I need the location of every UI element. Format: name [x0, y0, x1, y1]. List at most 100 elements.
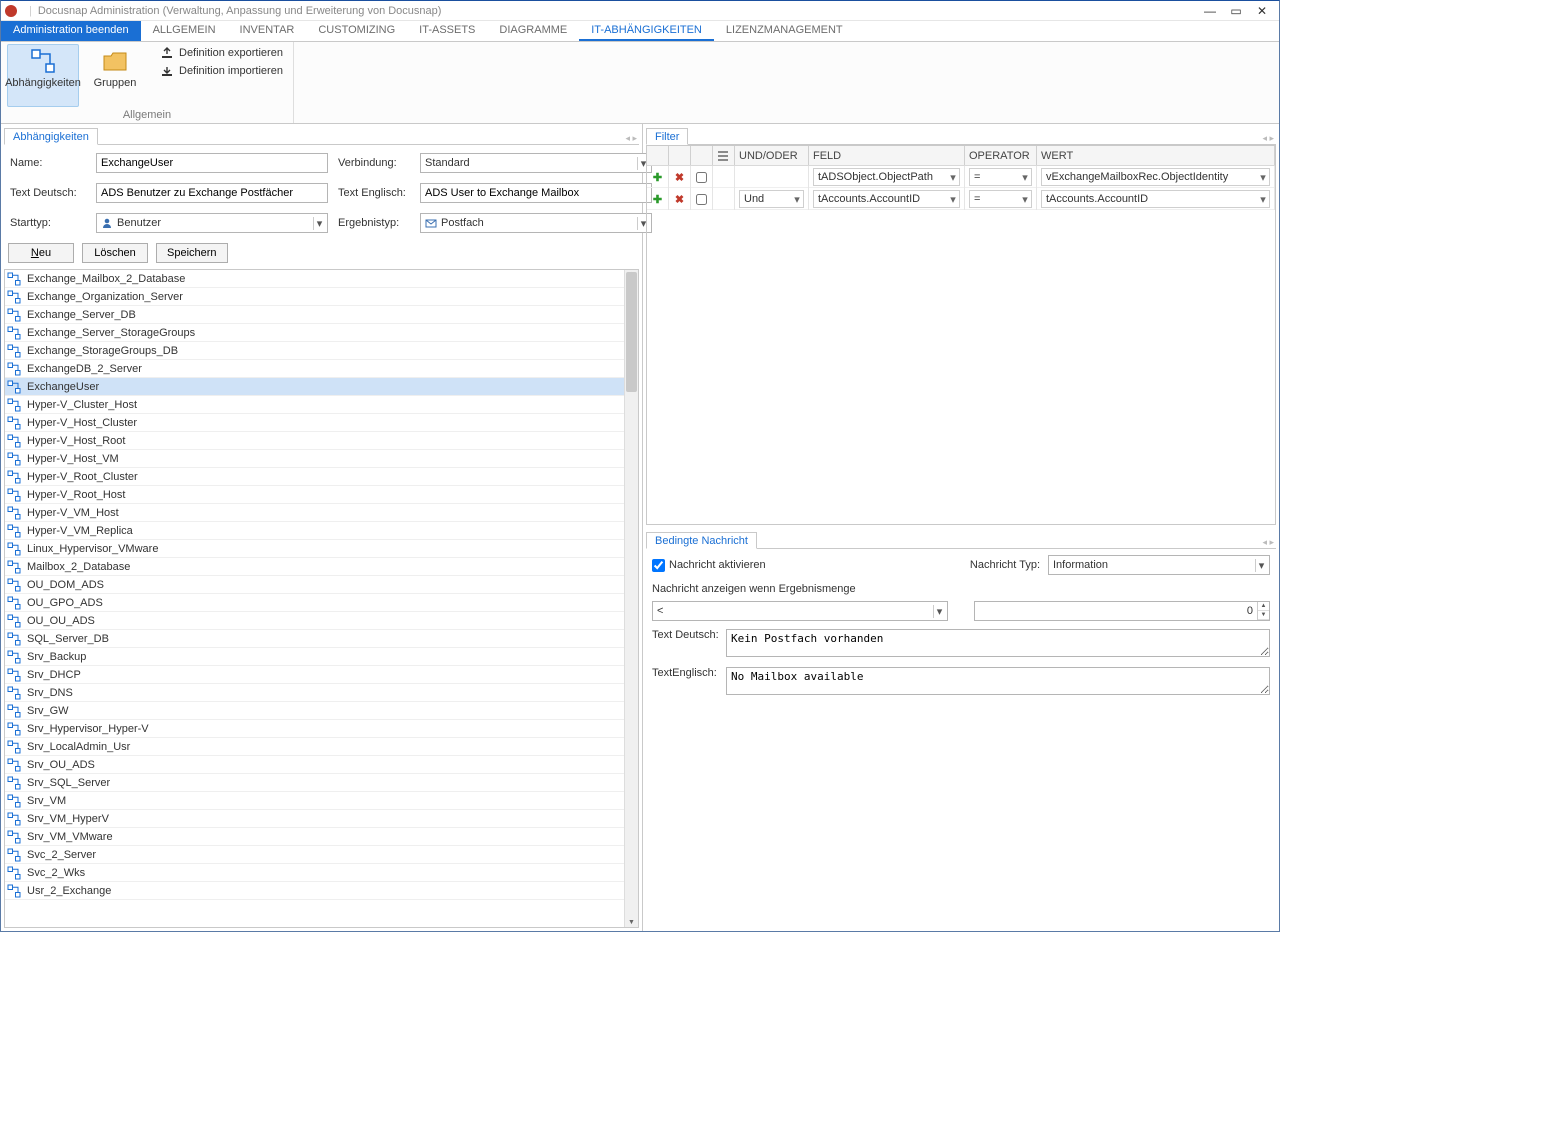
menu-tab-allgemein[interactable]: ALLGEMEIN — [141, 21, 228, 41]
list-item[interactable]: OU_DOM_ADS — [5, 576, 624, 594]
list-item[interactable]: Srv_DHCP — [5, 666, 624, 684]
menu-tab-it-assets[interactable]: IT-ASSETS — [407, 21, 487, 41]
list-item[interactable]: Srv_Backup — [5, 648, 624, 666]
list-item[interactable]: Exchange_Server_DB — [5, 306, 624, 324]
menu-tab-customizing[interactable]: CUSTOMIZING — [306, 21, 407, 41]
filter-undoder-cell[interactable] — [735, 166, 809, 188]
list-item[interactable]: Exchange_Mailbox_2_Database — [5, 270, 624, 288]
ribbon-button-gruppen[interactable]: Gruppen — [79, 44, 151, 107]
list-item[interactable]: Hyper-V_Root_Cluster — [5, 468, 624, 486]
menu-tab-diagramme[interactable]: DIAGRAMME — [487, 21, 579, 41]
list-item[interactable]: Mailbox_2_Database — [5, 558, 624, 576]
list-item[interactable]: Exchange_StorageGroups_DB — [5, 342, 624, 360]
list-item[interactable]: Hyper-V_VM_Host — [5, 504, 624, 522]
list-item[interactable]: Hyper-V_Root_Host — [5, 486, 624, 504]
input-text-en[interactable] — [420, 183, 652, 203]
label-text-de: Text Deutsch: — [10, 187, 86, 199]
tab-abhaengigkeiten[interactable]: Abhängigkeiten — [4, 128, 98, 145]
list-item[interactable]: Srv_OU_ADS — [5, 756, 624, 774]
textarea-cond-text-de[interactable] — [726, 629, 1270, 657]
list-item-label: OU_DOM_ADS — [27, 579, 104, 591]
tabstrip-arrows-filter[interactable]: ◂ ▸ — [1262, 133, 1276, 144]
list-item-label: Srv_SQL_Server — [27, 777, 110, 789]
list-item[interactable]: Srv_SQL_Server — [5, 774, 624, 792]
dependency-icon — [7, 290, 21, 304]
filter-group-checkbox[interactable] — [691, 166, 713, 188]
list-item[interactable]: Srv_LocalAdmin_Usr — [5, 738, 624, 756]
list-item[interactable]: Svc_2_Server — [5, 846, 624, 864]
ribbon-button-abhaengigkeiten[interactable]: Abhängigkeiten — [7, 44, 79, 107]
input-text-de[interactable] — [96, 183, 328, 203]
filter-delete-button[interactable]: ✖ — [669, 188, 691, 210]
filter-spacer — [713, 166, 735, 188]
list-item[interactable]: Hyper-V_Host_Cluster — [5, 414, 624, 432]
filter-feld-cell[interactable]: tADSObject.ObjectPath▾ — [809, 166, 965, 188]
maximize-button[interactable]: ▭ — [1227, 4, 1245, 18]
spinner-threshold[interactable]: 0 ▲▼ — [974, 601, 1270, 621]
dependency-icon — [7, 434, 21, 448]
tab-bedingte-nachricht[interactable]: Bedingte Nachricht — [646, 532, 757, 549]
list-item[interactable]: Srv_Hypervisor_Hyper-V — [5, 720, 624, 738]
filter-feld-cell[interactable]: tAccounts.AccountID▾ — [809, 188, 965, 210]
filter-add-button[interactable]: ✚ — [647, 166, 669, 188]
tabstrip-arrows-left[interactable]: ◂ ▸ — [625, 133, 639, 144]
close-button[interactable]: ✕ — [1253, 4, 1271, 18]
select-nachricht-typ[interactable]: Information ▾ — [1048, 555, 1270, 575]
button-neu[interactable]: Neu — [8, 243, 74, 263]
select-starttyp[interactable]: Benutzer ▾ — [96, 213, 328, 233]
button-loeschen[interactable]: Löschen — [82, 243, 148, 263]
list-item-label: Svc_2_Server — [27, 849, 96, 861]
list-item[interactable]: Srv_VM_HyperV — [5, 810, 624, 828]
tabstrip-arrows-cond[interactable]: ◂ ▸ — [1262, 537, 1276, 548]
filter-wert-cell[interactable]: tAccounts.AccountID▾ — [1037, 188, 1275, 210]
tab-admin-exit[interactable]: Administration beenden — [1, 21, 141, 41]
filter-operator-cell[interactable]: =▾ — [965, 188, 1037, 210]
list-item[interactable]: ExchangeUser — [5, 378, 624, 396]
scrollbar[interactable]: ▲ ▼ — [624, 270, 638, 927]
button-definition-export[interactable]: Definition exportieren — [157, 46, 287, 60]
spinner-down[interactable]: ▼ — [1258, 611, 1269, 620]
scrollbar-thumb[interactable] — [626, 272, 637, 392]
menu-tab-it-abhängigkeiten[interactable]: IT-ABHÄNGIGKEITEN — [579, 21, 714, 41]
list-item[interactable]: Linux_Hypervisor_VMware — [5, 540, 624, 558]
list-item[interactable]: OU_OU_ADS — [5, 612, 624, 630]
list-item[interactable]: Srv_VM — [5, 792, 624, 810]
filter-group-checkbox[interactable] — [691, 188, 713, 210]
checkbox-activate-message[interactable]: Nachricht aktivieren — [652, 559, 766, 572]
list-item[interactable]: Usr_2_Exchange — [5, 882, 624, 900]
list-item[interactable]: Srv_DNS — [5, 684, 624, 702]
list-item[interactable]: Hyper-V_Host_Root — [5, 432, 624, 450]
list-item[interactable]: Srv_VM_VMware — [5, 828, 624, 846]
filter-undoder-cell[interactable]: Und▾ — [735, 188, 809, 210]
button-definition-import[interactable]: Definition importieren — [157, 64, 287, 78]
select-ergebnistyp[interactable]: Postfach ▾ — [420, 213, 652, 233]
list-item[interactable]: Hyper-V_Host_VM — [5, 450, 624, 468]
list-item[interactable]: ExchangeDB_2_Server — [5, 360, 624, 378]
list-item[interactable]: Exchange_Organization_Server — [5, 288, 624, 306]
filter-operator-cell[interactable]: =▾ — [965, 166, 1037, 188]
list-item[interactable]: Srv_GW — [5, 702, 624, 720]
select-comparator[interactable]: < ▾ — [652, 601, 948, 621]
input-name[interactable] — [96, 153, 328, 173]
export-label: Definition exportieren — [179, 47, 283, 59]
spinner-up[interactable]: ▲ — [1258, 602, 1269, 611]
menu-tab-lizenzmanagement[interactable]: LIZENZMANAGEMENT — [714, 21, 855, 41]
filter-delete-button[interactable]: ✖ — [669, 166, 691, 188]
user-icon — [101, 217, 113, 229]
list-item[interactable]: Hyper-V_VM_Replica — [5, 522, 624, 540]
menu-tab-inventar[interactable]: INVENTAR — [228, 21, 307, 41]
textarea-cond-text-en[interactable] — [726, 667, 1270, 695]
list-item[interactable]: OU_GPO_ADS — [5, 594, 624, 612]
select-verbindung[interactable]: Standard ▾ — [420, 153, 652, 173]
filter-wert-cell[interactable]: vExchangeMailboxRec.ObjectIdentity▾ — [1037, 166, 1275, 188]
list-item[interactable]: Svc_2_Wks — [5, 864, 624, 882]
list-item[interactable]: Exchange_Server_StorageGroups — [5, 324, 624, 342]
list-item[interactable]: SQL_Server_DB — [5, 630, 624, 648]
select-starttyp-value: Benutzer — [117, 217, 161, 229]
minimize-button[interactable]: — — [1201, 4, 1219, 18]
filter-add-button[interactable]: ✚ — [647, 188, 669, 210]
button-speichern[interactable]: Speichern — [156, 243, 228, 263]
checkbox-activate-message-input[interactable] — [652, 559, 665, 572]
list-item[interactable]: Hyper-V_Cluster_Host — [5, 396, 624, 414]
tab-filter[interactable]: Filter — [646, 128, 688, 145]
